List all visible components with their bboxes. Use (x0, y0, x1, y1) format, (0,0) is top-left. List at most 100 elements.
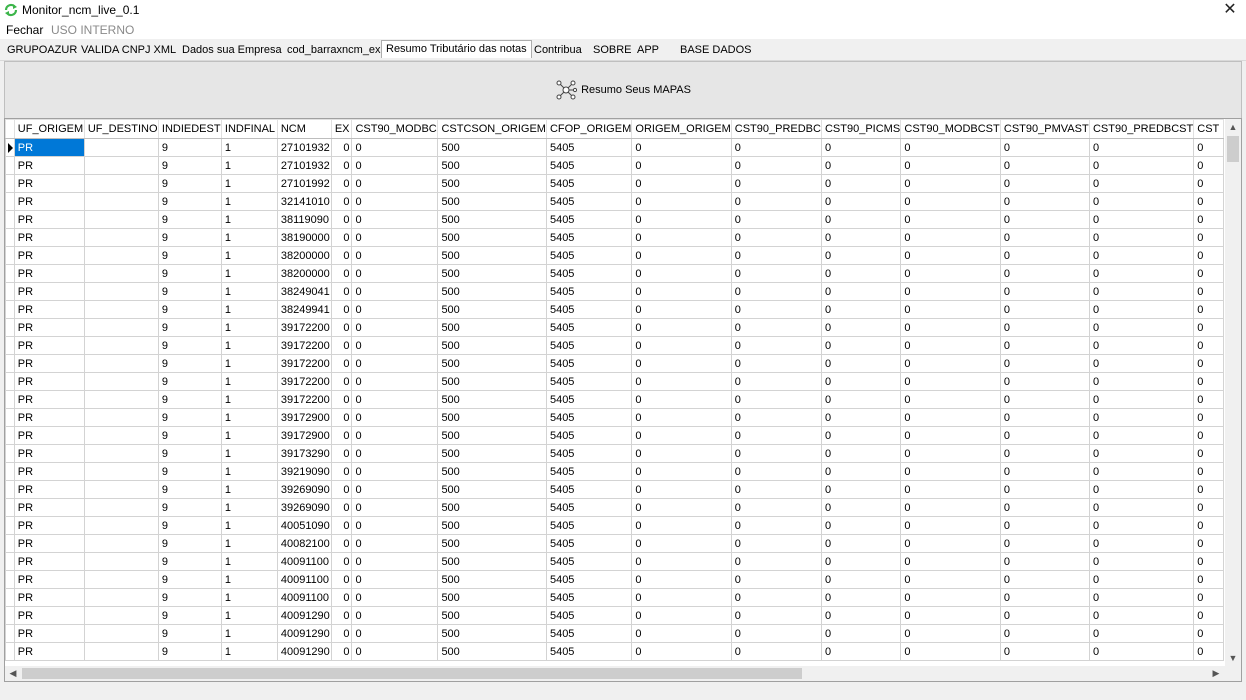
table-cell[interactable]: 9 (157, 390, 222, 409)
table-cell[interactable]: 40091100 (276, 570, 332, 589)
row-header[interactable] (5, 570, 15, 589)
table-cell[interactable]: 9 (157, 462, 222, 481)
table-cell[interactable]: 5405 (545, 372, 633, 391)
table-cell[interactable]: 0 (820, 156, 902, 175)
row-header[interactable] (5, 498, 15, 517)
table-cell[interactable]: PR (13, 390, 85, 409)
table-row[interactable]: PR 9 1 39172900 0 0 500 5405 0 0 0 0 0 0 0 (5, 426, 1224, 445)
table-cell[interactable]: 0 (330, 228, 353, 247)
table-cell[interactable]: 0 (631, 192, 732, 211)
table-cell[interactable]: 500 (437, 534, 547, 553)
column-header[interactable]: CST90_MODBC (351, 119, 439, 139)
table-cell[interactable] (83, 570, 159, 589)
table-cell[interactable]: 0 (820, 498, 902, 517)
table-cell[interactable]: PR (13, 228, 85, 247)
table-cell[interactable]: 0 (820, 516, 902, 535)
table-cell[interactable]: 0 (1193, 588, 1224, 607)
table-cell[interactable]: 39172200 (276, 390, 332, 409)
table-cell[interactable] (83, 264, 159, 283)
table-cell[interactable]: 0 (351, 408, 439, 427)
table-cell[interactable]: 0 (730, 588, 822, 607)
table-cell[interactable]: 1 (220, 300, 278, 319)
table-cell[interactable] (83, 480, 159, 499)
table-cell[interactable]: 0 (1193, 372, 1224, 391)
resumo-mapas-button[interactable]: Resumo Seus MAPAS (5, 62, 1241, 118)
table-cell[interactable]: 0 (330, 408, 353, 427)
tab-grupoazur[interactable]: GRUPOAZUR (7, 42, 77, 58)
table-cell[interactable]: 0 (999, 192, 1090, 211)
table-cell[interactable]: 0 (730, 498, 822, 517)
table-cell[interactable]: 0 (999, 552, 1090, 571)
table-cell[interactable]: 1 (220, 210, 278, 229)
table-cell[interactable]: 0 (631, 282, 732, 301)
table-cell[interactable]: 0 (351, 372, 439, 391)
column-header[interactable]: CST90_PICMS (820, 119, 902, 139)
table-cell[interactable]: 0 (730, 516, 822, 535)
table-cell[interactable]: 5405 (545, 318, 633, 337)
table-cell[interactable]: 0 (730, 372, 822, 391)
table-cell[interactable]: PR (13, 408, 85, 427)
table-cell[interactable]: 5405 (545, 552, 633, 571)
table-cell[interactable]: 0 (631, 228, 732, 247)
table-cell[interactable]: PR (13, 462, 85, 481)
table-cell[interactable] (83, 318, 159, 337)
table-row[interactable]: PR 9 1 40091290 0 0 500 5405 0 0 0 0 0 0 0 (5, 642, 1224, 661)
table-cell[interactable]: 0 (1193, 174, 1224, 193)
table-cell[interactable]: 0 (820, 354, 902, 373)
table-cell[interactable]: 0 (999, 228, 1090, 247)
column-header[interactable]: CST90_PREDBCST (1088, 119, 1195, 139)
tab-contribua[interactable]: Contribua (534, 42, 582, 58)
table-cell[interactable]: 0 (631, 588, 732, 607)
table-cell[interactable]: 0 (730, 408, 822, 427)
table-cell[interactable]: PR (13, 516, 85, 535)
table-cell[interactable]: PR (13, 372, 85, 391)
table-cell[interactable]: 0 (1193, 552, 1224, 571)
table-cell[interactable]: 0 (1193, 516, 1224, 535)
table-cell[interactable]: 0 (730, 624, 822, 643)
table-cell[interactable]: 0 (631, 354, 732, 373)
table-cell[interactable]: 0 (330, 192, 353, 211)
table-cell[interactable]: 0 (631, 642, 732, 661)
table-cell[interactable]: 0 (999, 264, 1090, 283)
table-cell[interactable]: 500 (437, 498, 547, 517)
table-cell[interactable]: 0 (1193, 534, 1224, 553)
table-cell[interactable]: 9 (157, 552, 222, 571)
table-cell[interactable]: 500 (437, 624, 547, 643)
scroll-down-icon[interactable]: ▼ (1225, 650, 1241, 666)
row-header[interactable] (5, 354, 15, 373)
table-cell[interactable]: 0 (820, 606, 902, 625)
table-cell[interactable]: 0 (900, 642, 1001, 661)
table-cell[interactable]: 9 (157, 480, 222, 499)
table-cell[interactable]: 0 (631, 264, 732, 283)
table-cell[interactable]: 0 (1088, 300, 1195, 319)
table-cell[interactable]: 9 (157, 282, 222, 301)
row-header[interactable] (5, 174, 15, 193)
table-cell[interactable]: 0 (351, 282, 439, 301)
table-row[interactable]: PR 9 1 38119090 0 0 500 5405 0 0 0 0 0 0 0 (5, 210, 1224, 229)
table-cell[interactable]: 500 (437, 336, 547, 355)
table-cell[interactable]: PR (13, 192, 85, 211)
table-cell[interactable]: 0 (999, 174, 1090, 193)
table-cell[interactable] (83, 156, 159, 175)
table-cell[interactable]: 5405 (545, 174, 633, 193)
table-cell[interactable] (83, 390, 159, 409)
table-cell[interactable]: 40091290 (276, 606, 332, 625)
table-cell[interactable]: 1 (220, 624, 278, 643)
table-cell[interactable]: 0 (351, 642, 439, 661)
table-cell[interactable]: 40091290 (276, 624, 332, 643)
table-cell[interactable]: 0 (900, 372, 1001, 391)
table-cell[interactable]: 0 (1193, 138, 1224, 157)
table-cell[interactable]: 0 (730, 480, 822, 499)
table-cell[interactable]: 0 (820, 480, 902, 499)
table-cell[interactable]: 0 (1193, 336, 1224, 355)
table-cell[interactable] (83, 336, 159, 355)
table-cell[interactable]: 5405 (545, 408, 633, 427)
table-cell[interactable]: 500 (437, 156, 547, 175)
table-cell[interactable]: 0 (730, 462, 822, 481)
table-cell[interactable]: 0 (1193, 408, 1224, 427)
table-cell[interactable]: 0 (631, 516, 732, 535)
table-cell[interactable]: 0 (820, 138, 902, 157)
table-cell[interactable]: 9 (157, 372, 222, 391)
table-cell[interactable] (83, 210, 159, 229)
table-row[interactable]: PR 9 1 38190000 0 0 500 5405 0 0 0 0 0 0 0 (5, 228, 1224, 247)
